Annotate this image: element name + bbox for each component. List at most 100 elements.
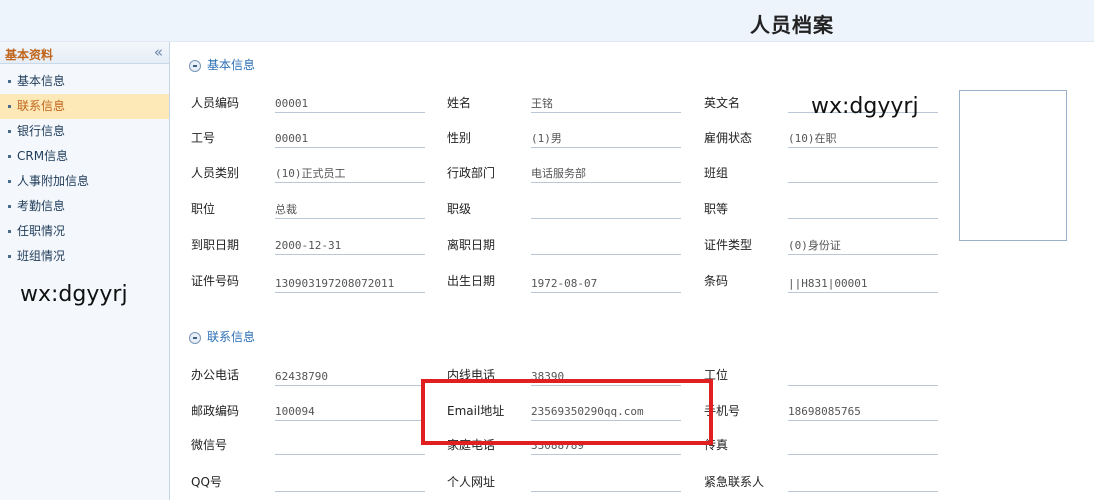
label-office-phone: 办公电话 — [191, 368, 240, 382]
sidebar-title: 基本资料 — [5, 48, 54, 62]
bullet-icon — [8, 155, 11, 158]
sidebar-item-attendance-info[interactable]: 考勤信息 — [0, 194, 169, 219]
label-email: Email地址 — [447, 404, 505, 418]
label-workstation: 工位 — [704, 368, 729, 382]
collapse-icon[interactable]: « — [154, 43, 163, 61]
sidebar-item-label: 联系信息 — [17, 99, 66, 113]
label-id-type: 证件类型 — [704, 238, 753, 252]
sidebar-item-label: 任职情况 — [17, 224, 66, 238]
bullet-icon — [8, 230, 11, 233]
employment-status-field[interactable]: (10)在职 — [788, 128, 938, 148]
label-homepage: 个人网址 — [447, 475, 496, 489]
barcode-field[interactable]: ||H831|00001 — [788, 273, 938, 293]
sidebar-item-basic-info[interactable]: 基本信息 — [0, 69, 169, 94]
page-header: 人员档案 — [0, 0, 1094, 42]
bullet-icon — [8, 105, 11, 108]
sidebar-nav: 基本信息 联系信息 银行信息 CRM信息 人事附加信息 考勤信息 任职情况 班组… — [0, 64, 169, 269]
extension-phone-field[interactable]: 38390 — [531, 366, 681, 386]
employee-type-field[interactable]: (10)正式员工 — [275, 163, 425, 183]
sidebar-item-label: 考勤信息 — [17, 199, 66, 213]
sidebar-item-label: 班组情况 — [17, 249, 66, 263]
label-grade: 职等 — [704, 202, 729, 216]
sidebar-item-contact-info[interactable]: 联系信息 — [0, 94, 169, 119]
id-number-field[interactable]: 130903197208072011 — [275, 273, 425, 293]
email-field[interactable]: 23569350290qq.com — [531, 401, 681, 421]
label-qq: QQ号 — [191, 475, 222, 489]
label-employment-status: 雇佣状态 — [704, 131, 753, 145]
fax-field[interactable] — [788, 435, 938, 455]
label-name: 姓名 — [447, 96, 472, 110]
label-barcode: 条码 — [704, 274, 729, 288]
label-team: 班组 — [704, 166, 729, 180]
sidebar: 基本资料 « 基本信息 联系信息 银行信息 CRM信息 人事附加信息 考勤信息 … — [0, 42, 170, 500]
postcode-field[interactable]: 100094 — [275, 401, 425, 421]
label-fax: 传真 — [704, 438, 729, 452]
mobile-field[interactable]: 18698085765 — [788, 401, 938, 421]
emergency-contact-field[interactable] — [788, 472, 938, 492]
gender-field[interactable]: (1)男 — [531, 128, 681, 148]
watermark-text: wx:dgyyrj — [811, 94, 919, 119]
label-postcode: 邮政编码 — [191, 404, 240, 418]
sidebar-item-label: 人事附加信息 — [17, 174, 90, 188]
sidebar-item-team-info[interactable]: 班组情况 — [0, 244, 169, 269]
leave-date-field[interactable] — [531, 235, 681, 255]
label-extension-phone: 内线电话 — [447, 368, 496, 382]
qq-field[interactable] — [275, 472, 425, 492]
bullet-icon — [8, 180, 11, 183]
employee-code-field[interactable]: 00001 — [275, 93, 425, 113]
label-leave-date: 离职日期 — [447, 238, 496, 252]
sidebar-item-position-history[interactable]: 任职情况 — [0, 219, 169, 244]
office-phone-field[interactable]: 62438790 — [275, 366, 425, 386]
label-job-number: 工号 — [191, 131, 216, 145]
label-employee-type: 人员类别 — [191, 166, 240, 180]
bullet-icon — [8, 205, 11, 208]
sidebar-item-bank-info[interactable]: 银行信息 — [0, 119, 169, 144]
sidebar-item-label: CRM信息 — [17, 149, 69, 163]
section-title-label: 基本信息 — [207, 58, 256, 72]
birth-date-field[interactable]: 1972-08-07 — [531, 273, 681, 293]
bullet-icon — [8, 80, 11, 83]
collapse-section-icon[interactable] — [189, 331, 201, 344]
team-field[interactable] — [788, 163, 938, 183]
sidebar-item-hr-extra-info[interactable]: 人事附加信息 — [0, 169, 169, 194]
section-title-label: 联系信息 — [207, 330, 256, 344]
job-number-field[interactable]: 00001 — [275, 128, 425, 148]
id-type-field[interactable]: (0)身份证 — [788, 235, 938, 255]
grade-field[interactable] — [788, 199, 938, 219]
label-gender: 性别 — [447, 131, 472, 145]
label-english-name: 英文名 — [704, 96, 741, 110]
watermark-text: wx:dgyyrj — [20, 282, 128, 307]
label-rank: 职级 — [447, 202, 472, 216]
rank-field[interactable] — [531, 199, 681, 219]
workstation-field[interactable] — [788, 366, 938, 386]
sidebar-item-crm-info[interactable]: CRM信息 — [0, 144, 169, 169]
label-position: 职位 — [191, 202, 216, 216]
sidebar-item-label: 基本信息 — [17, 74, 66, 88]
label-id-number: 证件号码 — [191, 274, 240, 288]
page-title: 人员档案 — [750, 13, 834, 37]
hire-date-field[interactable]: 2000-12-31 — [275, 235, 425, 255]
bullet-icon — [8, 130, 11, 133]
sidebar-item-label: 银行信息 — [17, 124, 66, 138]
label-home-phone: 家庭电话 — [447, 438, 496, 452]
label-mobile: 手机号 — [704, 404, 741, 418]
home-phone-field[interactable]: 33088789 — [531, 435, 681, 455]
bullet-icon — [8, 255, 11, 258]
homepage-field[interactable] — [531, 472, 681, 492]
main-content: 基本信息 人员编码 00001 姓名 王铭 英文名 工号 00001 性别 (1… — [171, 42, 1094, 500]
position-field[interactable]: 总裁 — [275, 199, 425, 219]
name-field[interactable]: 王铭 — [531, 93, 681, 113]
department-field[interactable]: 电话服务部 — [531, 163, 681, 183]
wechat-field[interactable] — [275, 435, 425, 455]
collapse-section-icon[interactable] — [189, 59, 201, 72]
label-birth-date: 出生日期 — [447, 274, 496, 288]
label-wechat: 微信号 — [191, 438, 228, 452]
section-title-contact[interactable]: 联系信息 — [189, 328, 255, 345]
section-title-basic[interactable]: 基本信息 — [189, 56, 255, 73]
sidebar-header: 基本资料 « — [0, 42, 169, 64]
label-employee-code: 人员编码 — [191, 96, 240, 110]
label-emergency-contact: 紧急联系人 — [704, 475, 765, 489]
employee-photo-frame[interactable] — [959, 90, 1067, 241]
label-hire-date: 到职日期 — [191, 238, 240, 252]
label-department: 行政部门 — [447, 166, 496, 180]
